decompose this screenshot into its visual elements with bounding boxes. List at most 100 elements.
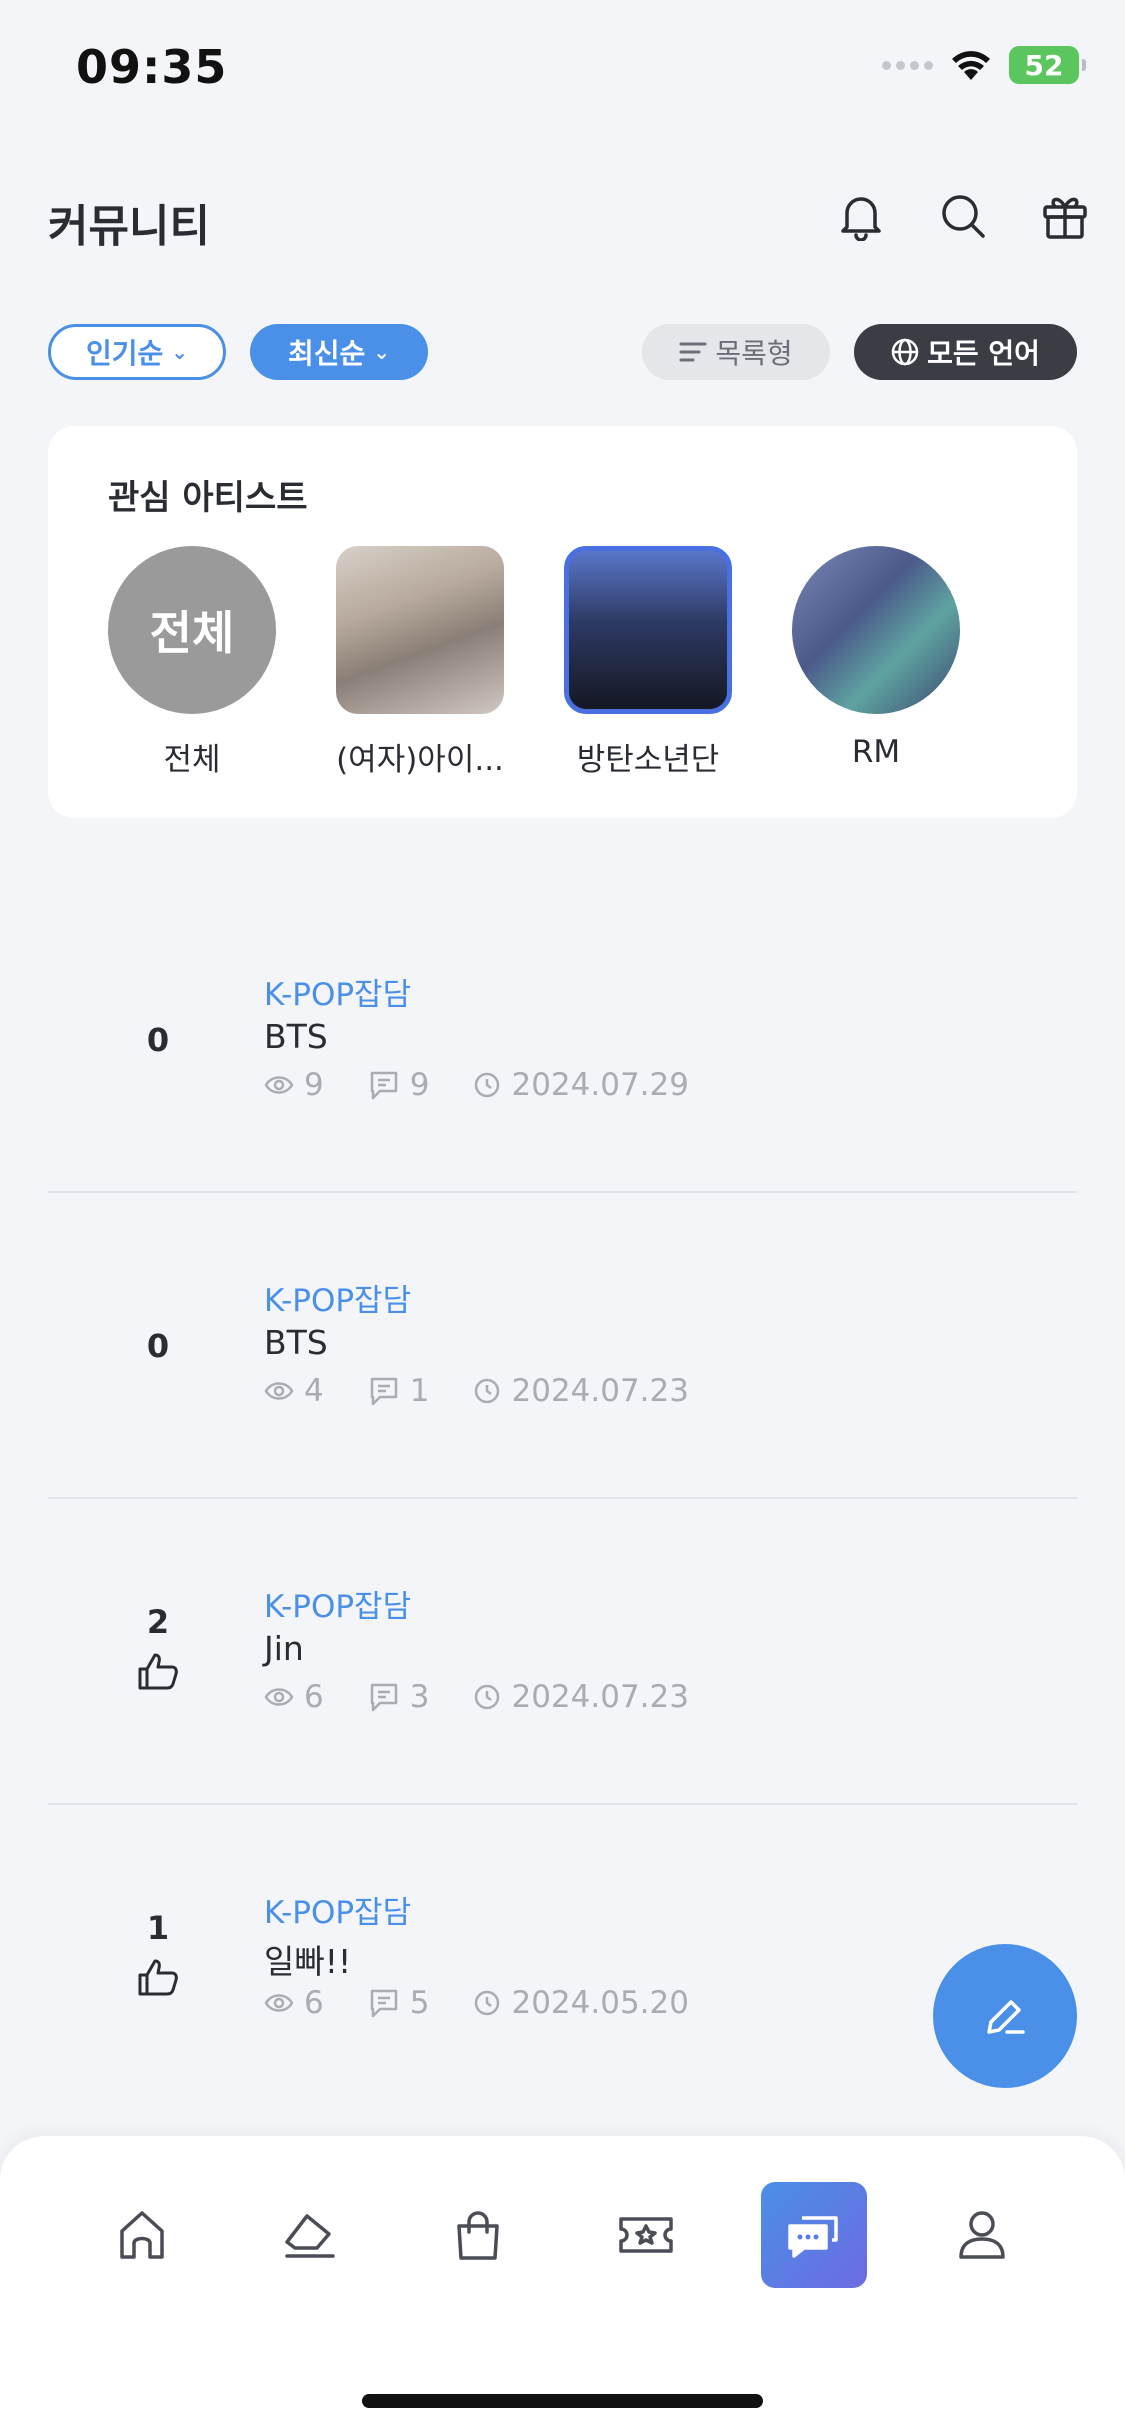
sort-latest-chip[interactable]: 최신순 ⌄ [250,324,428,380]
artist-all[interactable]: 전체 전체 [92,546,292,779]
post-date: 2024.07.23 [511,1373,689,1409]
home-indicator [362,2394,763,2408]
comment-icon [370,1071,397,1100]
eraser-icon [285,2214,335,2258]
view-count: 9 [304,1067,324,1103]
battery-level: 52 [1024,48,1064,82]
wifi-icon [952,51,990,80]
bell-icon[interactable] [831,186,891,246]
artist-name: (여자)아이... [336,742,504,778]
language-label: 모든 언어 [927,337,1040,370]
sort-popular-chip[interactable]: 인기순 ⌄ [48,324,226,380]
post-item[interactable]: 1 K-POP잡담 일빠!! 6 5 2024.05.20 [48,1805,1077,2111]
nav-ticket[interactable] [593,2182,699,2288]
clock-icon [475,1072,500,1098]
post-meta: 6 3 2024.07.23 [264,1679,689,1715]
comment-icon [370,1683,397,1712]
view-mode-chip[interactable]: 목록형 [642,324,830,380]
page-title: 커뮤니티 [48,201,210,252]
write-post-button[interactable] [933,1944,1077,2088]
eye-icon [264,1688,294,1706]
nav-shop[interactable] [425,2182,531,2288]
post-title: BTS [264,1323,328,1362]
artist-rm[interactable]: RM [776,546,976,770]
comment-count: 9 [409,1067,430,1103]
shopping-bag-icon [457,2211,499,2260]
ticket-icon [619,2217,673,2253]
like-count-value: 2 [146,1603,170,1641]
nav-home[interactable] [89,2182,195,2288]
artist-bts[interactable]: 방탄소년단 [548,546,748,779]
post-meta: 9 9 2024.07.29 [264,1067,689,1103]
gift-icon[interactable] [1035,186,1095,246]
post-item[interactable]: 2 K-POP잡담 Jin 6 3 2024.07.23 [48,1499,1077,1805]
like-count: 0 [108,1327,208,1365]
like-count-value: 1 [146,1909,170,1947]
clock-icon [475,1990,500,2016]
interest-title: 관심 아티스트 [108,478,308,518]
globe-icon [891,338,919,366]
nav-eraser[interactable] [257,2182,363,2288]
post-date: 2024.05.20 [511,1985,689,2021]
view-count: 6 [304,1679,324,1715]
comment-count: 1 [409,1373,430,1409]
post-board: K-POP잡담 [264,977,412,1013]
thumbs-up-icon [138,1959,178,1996]
artist-avatar [336,546,504,714]
chevron-down-icon: ⌄ [373,340,391,364]
bottom-navigation [0,2136,1125,2436]
artist-gidle[interactable]: (여자)아이... [320,546,520,779]
nav-community[interactable] [761,2182,867,2288]
post-board: K-POP잡담 [264,1589,412,1625]
comment-count: 5 [409,1985,430,2021]
filter-bar: 인기순 ⌄ 최신순 ⌄ 목록형 모든 언어 [48,324,1077,380]
home-icon [120,2211,164,2259]
post-item[interactable]: 0 K-POP잡담 BTS 4 1 2024.07.23 [48,1193,1077,1499]
clock-icon [475,1684,500,1710]
artist-avatar [564,546,732,714]
post-date: 2024.07.29 [511,1067,689,1103]
view-count: 4 [304,1373,324,1409]
sort-popular-label: 인기순 [85,337,164,370]
status-indicators: 52 [882,46,1086,84]
chevron-down-icon: ⌄ [171,340,189,364]
search-icon[interactable] [933,186,993,246]
eye-icon [264,1076,294,1094]
eye-icon [264,1994,294,2012]
artist-avatar: 전체 [108,546,276,714]
profile-icon [959,2211,1005,2259]
sort-latest-label: 최신순 [287,337,366,370]
battery-icon: 52 [1009,46,1086,84]
like-count: 1 [108,1909,208,1997]
nav-profile[interactable] [929,2182,1035,2288]
status-time: 09:35 [76,40,228,94]
post-meta: 6 5 2024.05.20 [264,1985,689,2021]
like-count-value: 0 [146,1021,170,1059]
artist-name: RM [851,734,901,770]
comment-icon [370,1989,397,2018]
post-board: K-POP잡담 [264,1895,412,1931]
view-count: 6 [304,1985,324,2021]
view-mode-label: 목록형 [715,337,793,370]
interest-artists-card: 관심 아티스트 전체 전체 (여자)아이... 방탄소년단 RM [48,426,1077,818]
artist-name: 전체 [163,742,221,778]
post-board: K-POP잡담 [264,1283,412,1319]
comment-count: 3 [409,1679,430,1715]
post-date: 2024.07.23 [511,1679,689,1715]
like-count-value: 0 [146,1327,170,1365]
post-meta: 4 1 2024.07.23 [264,1373,689,1409]
chat-icon [788,2216,838,2258]
post-title: BTS [264,1017,328,1056]
eye-icon [264,1382,294,1400]
clock-icon [475,1378,500,1404]
post-item[interactable]: 0 K-POP잡담 BTS 9 9 2024.07.29 [48,887,1077,1193]
header-actions [831,186,1095,246]
language-chip[interactable]: 모든 언어 [854,324,1077,380]
like-count: 2 [108,1603,208,1691]
all-badge-label: 전체 [149,606,235,660]
list-icon [679,342,707,362]
comment-icon [370,1377,397,1406]
community-screen: 09:35 52 커뮤니티 인기순 ⌄ 최신순 ⌄ 목록형 모든 언어 관심 아… [0,0,1125,2436]
pencil-icon [987,2000,1025,2034]
artist-name: 방탄소년단 [576,742,720,778]
